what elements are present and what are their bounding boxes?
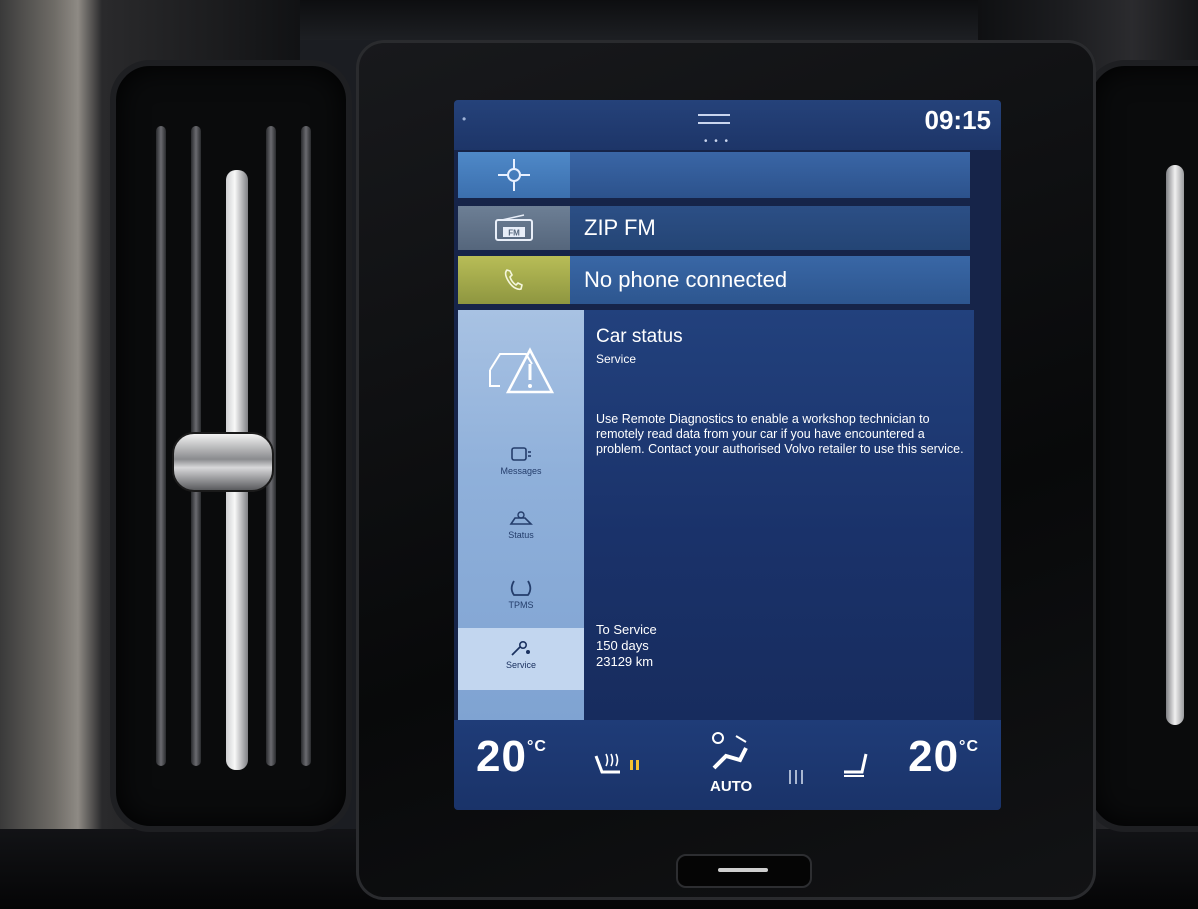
vent-knob-left[interactable] <box>172 432 274 492</box>
compass-icon <box>498 159 530 191</box>
vent-slat <box>156 126 166 766</box>
service-wrench-icon <box>511 640 530 656</box>
radio-station-label: ZIP FM <box>570 206 970 250</box>
radio-icon: FM <box>495 214 533 241</box>
sidebar-item-service[interactable]: Service <box>458 628 584 690</box>
phone-icon <box>504 269 523 291</box>
sidebar-item-status[interactable]: Status <box>458 510 584 540</box>
messages-icon <box>511 447 531 461</box>
status-bar[interactable]: • • • • 09:15 <box>454 100 1001 150</box>
phone-icon-cell <box>458 256 570 304</box>
phone-status-label: No phone connected <box>570 256 970 304</box>
tile-radio[interactable]: FM ZIP FM <box>458 206 970 250</box>
vent-slat <box>301 126 311 766</box>
car-warning-icon <box>489 347 554 394</box>
car-status-title: Car status <box>596 326 683 347</box>
sidebar-item-label: Messages <box>500 466 542 476</box>
service-days: 150 days <box>596 638 649 653</box>
temp-unit: °C <box>526 738 547 755</box>
tile-phone[interactable]: No phone connected <box>458 256 970 304</box>
infotainment-screen: • • • • 09:15 FM ZIP FM No phone connect… <box>454 100 1001 810</box>
sidebar-item-tpms[interactable]: TPMS <box>458 578 584 610</box>
car-status-icon <box>509 511 533 525</box>
sidebar-item-label: TPMS <box>508 600 534 610</box>
status-indicator: • <box>462 112 467 126</box>
climate-auto-button[interactable]: AUTO <box>710 778 752 795</box>
temp-unit: °C <box>959 738 979 755</box>
sidebar-item-messages[interactable]: Messages <box>458 446 584 476</box>
car-status-subtitle: Service <box>596 352 637 366</box>
sidebar-item-label: Service <box>505 660 536 670</box>
navigation-icon-cell <box>458 152 570 198</box>
seat-heat-icon[interactable] <box>592 750 644 780</box>
status-dots: • • • <box>704 136 731 147</box>
radio-icon-cell: FM <box>458 206 570 250</box>
pull-down-handle[interactable] <box>698 114 730 124</box>
tile-car-status[interactable]: Messages Status TPMS Service Car status … <box>458 310 998 720</box>
clock: 09:15 <box>924 105 992 135</box>
climate-bar: 20°C AUTO 20°C <box>454 720 1001 810</box>
vent-louver-right[interactable] <box>1166 165 1184 725</box>
sidebar-item-label: Status <box>508 530 534 540</box>
navigation-label <box>570 152 970 198</box>
tire-pressure-icon <box>510 580 532 596</box>
temp-left-control[interactable]: 20°C <box>476 732 547 782</box>
seat-icon-right[interactable] <box>840 750 874 782</box>
remote-diagnostics-description: Use Remote Diagnostics to enable a works… <box>596 412 964 456</box>
car-status-sidebar: Messages Status TPMS Service <box>458 310 584 720</box>
tile-navigation[interactable] <box>458 152 970 198</box>
service-info: To Service 150 days 23129 km <box>596 622 657 670</box>
service-header: To Service <box>596 622 657 637</box>
temp-right-value: 20 <box>908 732 960 781</box>
radio-icon-text: FM <box>508 229 520 238</box>
home-button-bar <box>718 868 768 872</box>
ac-icon[interactable] <box>786 768 806 786</box>
temp-right-control[interactable]: 20°C <box>908 732 979 782</box>
service-distance: 23129 km <box>596 654 654 669</box>
fan-airflow-icon[interactable] <box>706 728 754 776</box>
temp-left-value: 20 <box>476 732 527 781</box>
car-status-content: Car status Service Use Remote Diagnostic… <box>584 310 974 720</box>
